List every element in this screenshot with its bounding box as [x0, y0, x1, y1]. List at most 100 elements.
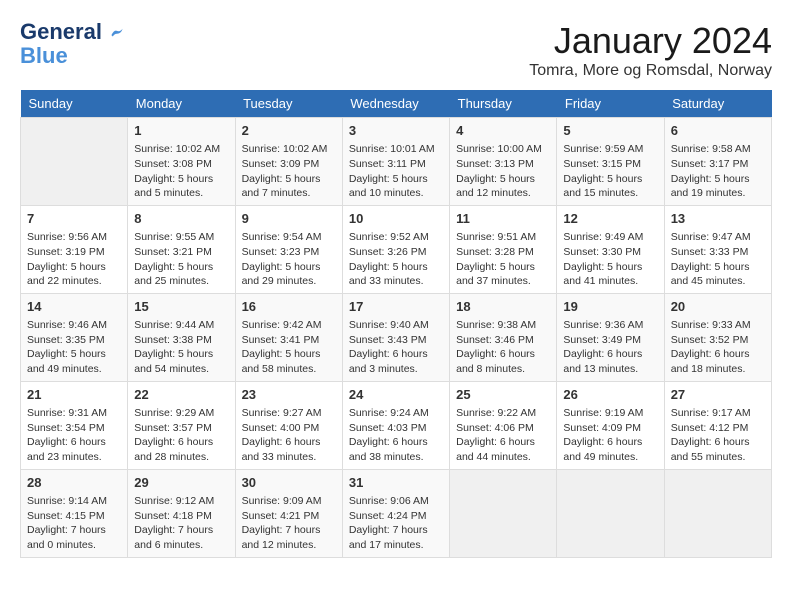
day-number: 10: [349, 210, 443, 228]
sunset-text: Sunset: 3:41 PM: [242, 334, 320, 346]
sunset-text: Sunset: 3:11 PM: [349, 158, 426, 170]
sunset-text: Sunset: 3:08 PM: [134, 158, 212, 170]
sunset-text: Sunset: 3:19 PM: [27, 246, 105, 258]
sunrise-text: Sunrise: 10:02 AM: [134, 143, 220, 155]
calendar-cell: 14Sunrise: 9:46 AMSunset: 3:35 PMDayligh…: [21, 293, 128, 381]
day-number: 9: [242, 210, 336, 228]
sunrise-text: Sunrise: 9:22 AM: [456, 407, 536, 419]
calendar-cell: 15Sunrise: 9:44 AMSunset: 3:38 PMDayligh…: [128, 293, 235, 381]
day-number: 2: [242, 122, 336, 140]
calendar-cell: [557, 469, 664, 557]
sunrise-text: Sunrise: 9:54 AM: [242, 231, 322, 243]
calendar-week-row: 7 Sunrise: 9:56 AM Sunset: 3:19 PM Daylight…: [21, 205, 772, 293]
month-title: January 2024: [529, 20, 772, 62]
calendar-cell: 24Sunrise: 9:24 AMSunset: 4:03 PMDayligh…: [342, 381, 449, 469]
calendar-cell: [664, 469, 771, 557]
sunset-text: Sunset: 3:33 PM: [671, 246, 749, 258]
calendar-cell: 30Sunrise: 9:09 AMSunset: 4:21 PMDayligh…: [235, 469, 342, 557]
sunrise-text: Sunrise: 9:51 AM: [456, 231, 536, 243]
calendar-cell: 25Sunrise: 9:22 AMSunset: 4:06 PMDayligh…: [450, 381, 557, 469]
sunrise-text: Sunrise: 9:14 AM: [27, 495, 107, 507]
sunrise-text: Sunrise: 9:09 AM: [242, 495, 322, 507]
calendar-cell: 21Sunrise: 9:31 AMSunset: 3:54 PMDayligh…: [21, 381, 128, 469]
calendar-cell: 22Sunrise: 9:29 AMSunset: 3:57 PMDayligh…: [128, 381, 235, 469]
sunrise-text: Sunrise: 9:46 AM: [27, 319, 107, 331]
daylight-text: Daylight: 5 hours and 5 minutes.: [134, 173, 213, 200]
sunset-text: Sunset: 3:49 PM: [563, 334, 641, 346]
sunrise-text: Sunrise: 9:56 AM: [27, 231, 107, 243]
sunrise-text: Sunrise: 9:19 AM: [563, 407, 643, 419]
calendar-week-row: 14Sunrise: 9:46 AMSunset: 3:35 PMDayligh…: [21, 293, 772, 381]
day-number: 8: [134, 210, 228, 228]
day-number: 5: [563, 122, 657, 140]
daylight-text: Daylight: 5 hours and 37 minutes.: [456, 261, 535, 288]
calendar-cell: 18Sunrise: 9:38 AMSunset: 3:46 PMDayligh…: [450, 293, 557, 381]
calendar-cell: 4Sunrise: 10:00 AMSunset: 3:13 PMDayligh…: [450, 118, 557, 206]
daylight-text: Daylight: 7 hours and 6 minutes.: [134, 524, 213, 551]
daylight-text: Daylight: 5 hours and 22 minutes.: [27, 261, 106, 288]
calendar-cell: 23Sunrise: 9:27 AMSunset: 4:00 PMDayligh…: [235, 381, 342, 469]
calendar-cell: 2Sunrise: 10:02 AMSunset: 3:09 PMDayligh…: [235, 118, 342, 206]
calendar-cell: 9Sunrise: 9:54 AMSunset: 3:23 PMDaylight…: [235, 205, 342, 293]
day-number: 31: [349, 474, 443, 492]
day-number: 7: [27, 210, 121, 228]
header-friday: Friday: [557, 90, 664, 118]
daylight-text: Daylight: 5 hours and 41 minutes.: [563, 261, 642, 288]
day-number: 25: [456, 386, 550, 404]
day-number: 29: [134, 474, 228, 492]
daylight-text: Daylight: 6 hours and 44 minutes.: [456, 436, 535, 463]
logo-text: General: [20, 20, 124, 44]
calendar-cell: 13Sunrise: 9:47 AMSunset: 3:33 PMDayligh…: [664, 205, 771, 293]
daylight-text: Daylight: 6 hours and 3 minutes.: [349, 348, 428, 375]
daylight-text: Daylight: 6 hours and 23 minutes.: [27, 436, 106, 463]
sunrise-text: Sunrise: 10:01 AM: [349, 143, 435, 155]
calendar-week-row: 28Sunrise: 9:14 AMSunset: 4:15 PMDayligh…: [21, 469, 772, 557]
day-number: 20: [671, 298, 765, 316]
sunrise-text: Sunrise: 9:33 AM: [671, 319, 751, 331]
sunrise-text: Sunrise: 9:55 AM: [134, 231, 214, 243]
calendar-cell: 6Sunrise: 9:58 AMSunset: 3:17 PMDaylight…: [664, 118, 771, 206]
daylight-text: Daylight: 6 hours and 18 minutes.: [671, 348, 750, 375]
day-number: 16: [242, 298, 336, 316]
header-thursday: Thursday: [450, 90, 557, 118]
sunset-text: Sunset: 4:09 PM: [563, 422, 641, 434]
calendar-week-row: 21Sunrise: 9:31 AMSunset: 3:54 PMDayligh…: [21, 381, 772, 469]
calendar-cell: 16Sunrise: 9:42 AMSunset: 3:41 PMDayligh…: [235, 293, 342, 381]
sunset-text: Sunset: 3:54 PM: [27, 422, 105, 434]
sunset-text: Sunset: 4:21 PM: [242, 510, 320, 522]
logo-blue-text: Blue: [20, 44, 68, 68]
day-number: 22: [134, 386, 228, 404]
title-block: January 2024 Tomra, More og Romsdal, Nor…: [529, 20, 772, 80]
sunset-text: Sunset: 3:46 PM: [456, 334, 534, 346]
sunrise-text: Sunrise: 9:38 AM: [456, 319, 536, 331]
sunrise-text: Sunrise: 9:58 AM: [671, 143, 751, 155]
calendar-cell: 12Sunrise: 9:49 AMSunset: 3:30 PMDayligh…: [557, 205, 664, 293]
sunrise-text: Sunrise: 9:27 AM: [242, 407, 322, 419]
calendar-week-row: 1 Sunrise: 10:02 AM Sunset: 3:08 PM Dayligh…: [21, 118, 772, 206]
calendar-header-row: SundayMondayTuesdayWednesdayThursdayFrid…: [21, 90, 772, 118]
calendar-cell: 20Sunrise: 9:33 AMSunset: 3:52 PMDayligh…: [664, 293, 771, 381]
sunset-text: Sunset: 3:35 PM: [27, 334, 105, 346]
daylight-text: Daylight: 6 hours and 38 minutes.: [349, 436, 428, 463]
calendar-cell: 17Sunrise: 9:40 AMSunset: 3:43 PMDayligh…: [342, 293, 449, 381]
sunset-text: Sunset: 4:24 PM: [349, 510, 427, 522]
sunset-text: Sunset: 3:15 PM: [563, 158, 641, 170]
sunrise-text: Sunrise: 10:00 AM: [456, 143, 542, 155]
day-number: 23: [242, 386, 336, 404]
daylight-text: Daylight: 6 hours and 28 minutes.: [134, 436, 213, 463]
sunset-text: Sunset: 3:38 PM: [134, 334, 212, 346]
sunset-text: Sunset: 3:09 PM: [242, 158, 320, 170]
sunrise-text: Sunrise: 9:31 AM: [27, 407, 107, 419]
sunrise-text: Sunrise: 9:24 AM: [349, 407, 429, 419]
sunset-text: Sunset: 3:26 PM: [349, 246, 427, 258]
daylight-text: Daylight: 5 hours and 58 minutes.: [242, 348, 321, 375]
day-number: 19: [563, 298, 657, 316]
day-number: 1: [134, 122, 228, 140]
calendar-cell: 19Sunrise: 9:36 AMSunset: 3:49 PMDayligh…: [557, 293, 664, 381]
sunrise-text: Sunrise: 9:49 AM: [563, 231, 643, 243]
sunset-text: Sunset: 4:03 PM: [349, 422, 427, 434]
daylight-text: Daylight: 6 hours and 8 minutes.: [456, 348, 535, 375]
day-number: 6: [671, 122, 765, 140]
calendar-cell: 11Sunrise: 9:51 AMSunset: 3:28 PMDayligh…: [450, 205, 557, 293]
sunrise-text: Sunrise: 9:06 AM: [349, 495, 429, 507]
